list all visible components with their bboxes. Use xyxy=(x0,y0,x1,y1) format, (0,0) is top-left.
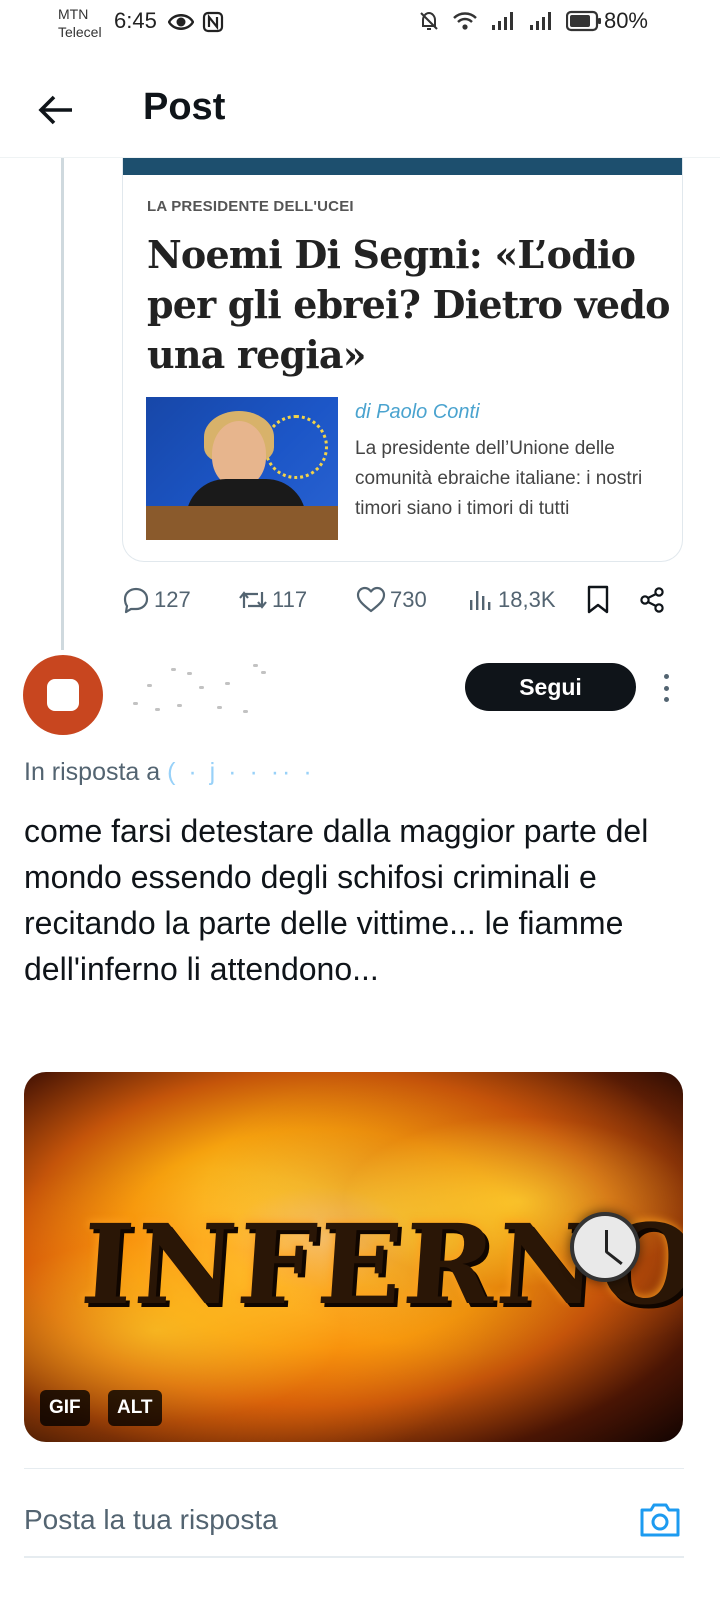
carrier-label: MTN Telecel xyxy=(58,6,102,40)
article-byline: di Paolo Conti xyxy=(355,401,480,423)
reply-input[interactable]: Posta la tua risposta xyxy=(24,1504,278,1536)
like-button[interactable]: 730 xyxy=(356,586,427,614)
arrow-left-icon xyxy=(38,95,72,125)
status-bar: MTN Telecel 6:45 80% xyxy=(0,0,720,44)
more-options-button[interactable] xyxy=(656,670,676,706)
gif-media[interactable]: INFERNO GIF ALT xyxy=(24,1072,683,1442)
reply-to-prefix: In risposta a xyxy=(24,758,161,786)
article-headline: Noemi Di Segni: «L’odio per gli ebrei? D… xyxy=(147,232,670,377)
wifi-icon xyxy=(453,12,477,30)
follow-button[interactable]: Segui xyxy=(465,663,636,711)
views-button[interactable]: 18,3K xyxy=(468,586,556,614)
reply-context: In risposta a ( · j · · ·· · xyxy=(24,758,315,787)
reply-count: 127 xyxy=(154,587,191,612)
post-header: Post xyxy=(0,60,720,158)
like-icon xyxy=(356,586,386,613)
share-icon xyxy=(640,587,664,613)
reply-button[interactable]: 127 xyxy=(122,586,191,614)
avatar[interactable] xyxy=(23,655,103,735)
battery-percentage: 80% xyxy=(603,8,648,33)
nfc-icon xyxy=(202,11,224,33)
like-count: 730 xyxy=(390,587,427,612)
signal-icon xyxy=(530,12,551,30)
article-kicker: LA PRESIDENTE DELL'UCEI xyxy=(147,198,354,215)
tweet-text: come farsi detestare dalla maggior parte… xyxy=(24,813,649,987)
bookmark-button[interactable] xyxy=(586,585,610,615)
repost-count: 117 xyxy=(272,587,308,612)
article-photo xyxy=(146,397,338,540)
views-count: 18,3K xyxy=(498,587,556,612)
share-button[interactable] xyxy=(638,586,666,614)
blurred-username[interactable] xyxy=(125,662,275,722)
views-icon xyxy=(470,591,491,610)
reply-icon xyxy=(123,587,149,614)
status-time: 6:45 xyxy=(114,8,157,33)
mute-bell-icon xyxy=(420,11,438,30)
camera-button[interactable] xyxy=(638,1500,682,1540)
signal-icon xyxy=(492,12,513,30)
repost-button[interactable]: 117 xyxy=(238,586,307,614)
camera-icon xyxy=(640,1503,680,1537)
post-action-bar: 127 117 730 18,3K xyxy=(122,580,682,620)
eye-icon xyxy=(168,14,194,30)
alt-badge[interactable]: ALT xyxy=(108,1390,162,1426)
reply-composer[interactable]: Posta la tua risposta xyxy=(0,1468,720,1558)
battery-icon xyxy=(566,10,601,32)
gif-badge: GIF xyxy=(40,1390,90,1426)
back-button[interactable] xyxy=(30,84,82,136)
thread-connector-line xyxy=(61,158,64,650)
card-top-bar xyxy=(123,158,682,175)
bookmark-icon xyxy=(587,585,609,614)
reply-to-handle[interactable]: ( · j · · ·· · xyxy=(167,758,315,786)
article-summary: La presidente dell’Unione delle comunità… xyxy=(355,438,643,519)
clock-graphic xyxy=(570,1212,640,1282)
article-image-card[interactable]: LA PRESIDENTE DELL'UCEI Noemi Di Segni: … xyxy=(122,158,683,562)
page-title: Post xyxy=(143,86,226,128)
repost-icon xyxy=(239,591,267,609)
